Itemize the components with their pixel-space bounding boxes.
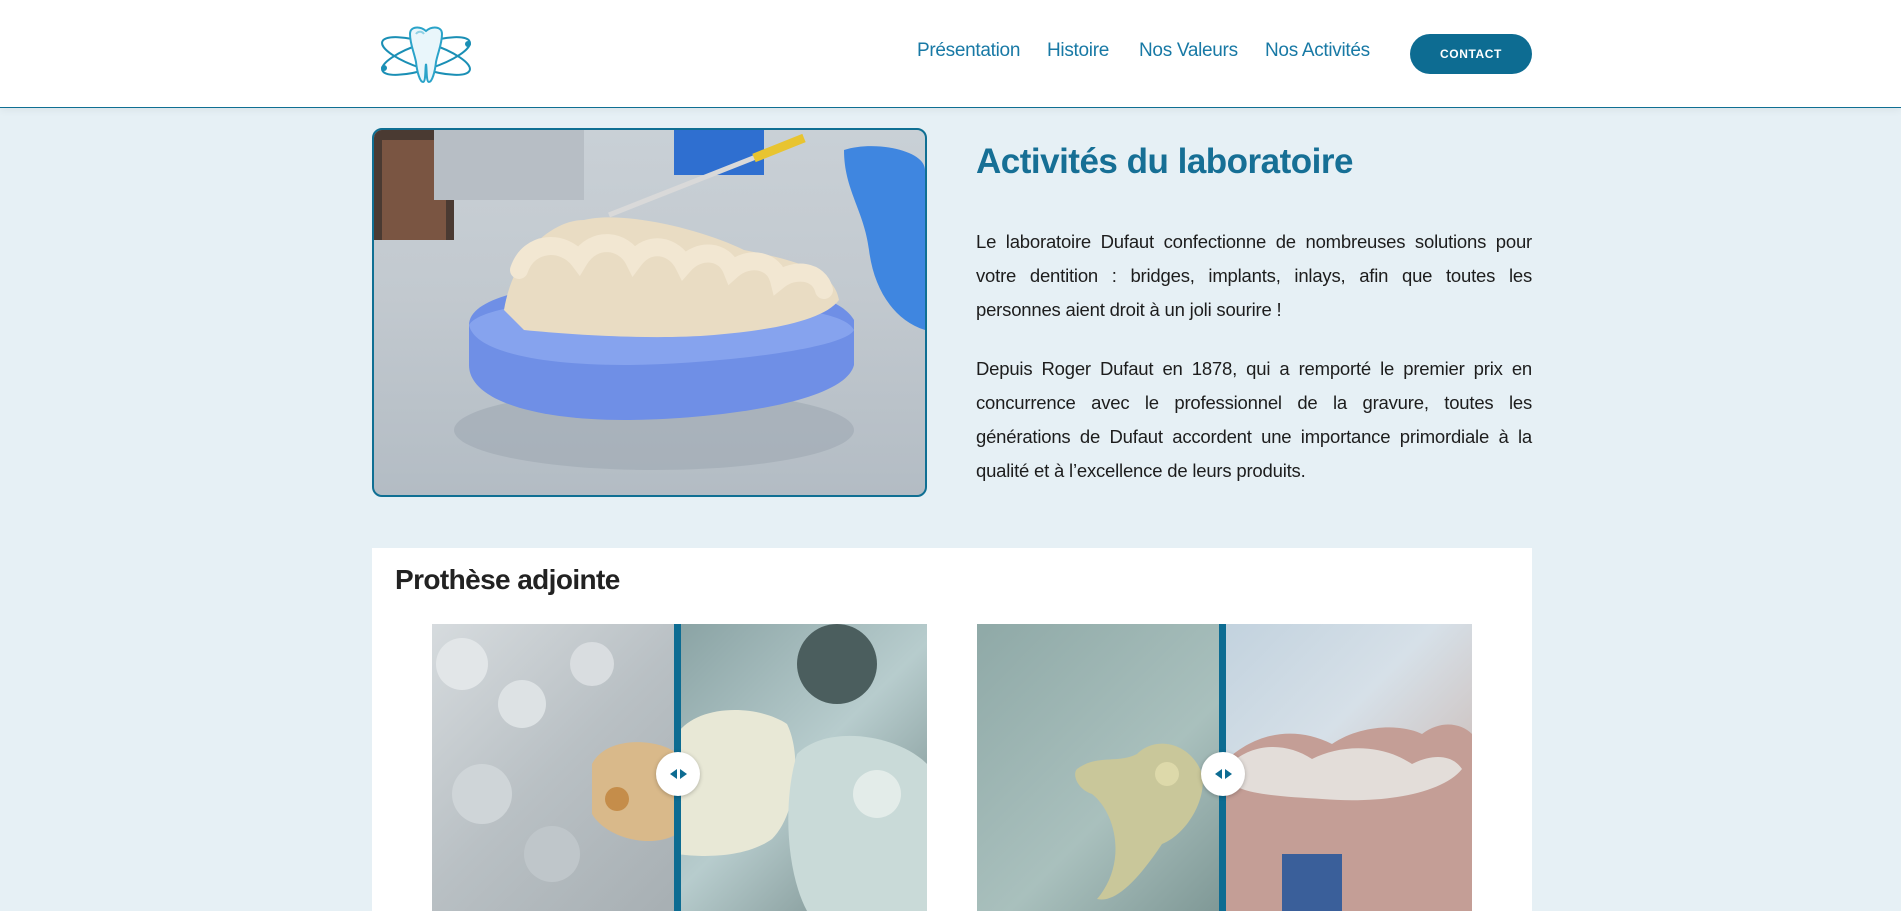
arrow-left-icon [669, 769, 677, 779]
before-image [977, 624, 1222, 911]
site-header: Présentation Histoire Nos Valeurs Nos Ac… [0, 0, 1901, 108]
slider-handle-icon[interactable] [656, 752, 700, 796]
nav-link-nos-activites[interactable]: Nos Activités [1265, 40, 1370, 62]
history-paragraph: Depuis Roger Dufaut en 1878, qui a rempo… [976, 358, 1532, 481]
before-after-slider-2[interactable] [977, 624, 1472, 911]
arrow-left-icon [1214, 769, 1222, 779]
activities-title: Activités du laboratoire [976, 142, 1353, 181]
arrow-right-icon [679, 769, 687, 779]
intro-paragraph: Le laboratoire Dufaut confectionne de no… [976, 231, 1532, 320]
prothese-adjointe-section: Prothèse adjointe [372, 548, 1532, 911]
arrow-right-icon [1224, 769, 1232, 779]
before-image [432, 624, 677, 911]
contact-button[interactable]: CONTACT [1410, 34, 1532, 74]
nav-link-histoire[interactable]: Histoire [1047, 40, 1109, 62]
before-after-slider-1[interactable] [432, 624, 927, 911]
section-title: Prothèse adjointe [395, 564, 620, 595]
slider-handle-icon[interactable] [1201, 752, 1245, 796]
tooth-logo-icon[interactable] [376, 22, 476, 90]
after-image [677, 624, 927, 911]
after-image [1222, 624, 1472, 911]
nav-link-nos-valeurs[interactable]: Nos Valeurs [1139, 40, 1238, 62]
nav-link-presentation[interactable]: Présentation [917, 40, 1020, 62]
dental-model-image [372, 128, 927, 497]
